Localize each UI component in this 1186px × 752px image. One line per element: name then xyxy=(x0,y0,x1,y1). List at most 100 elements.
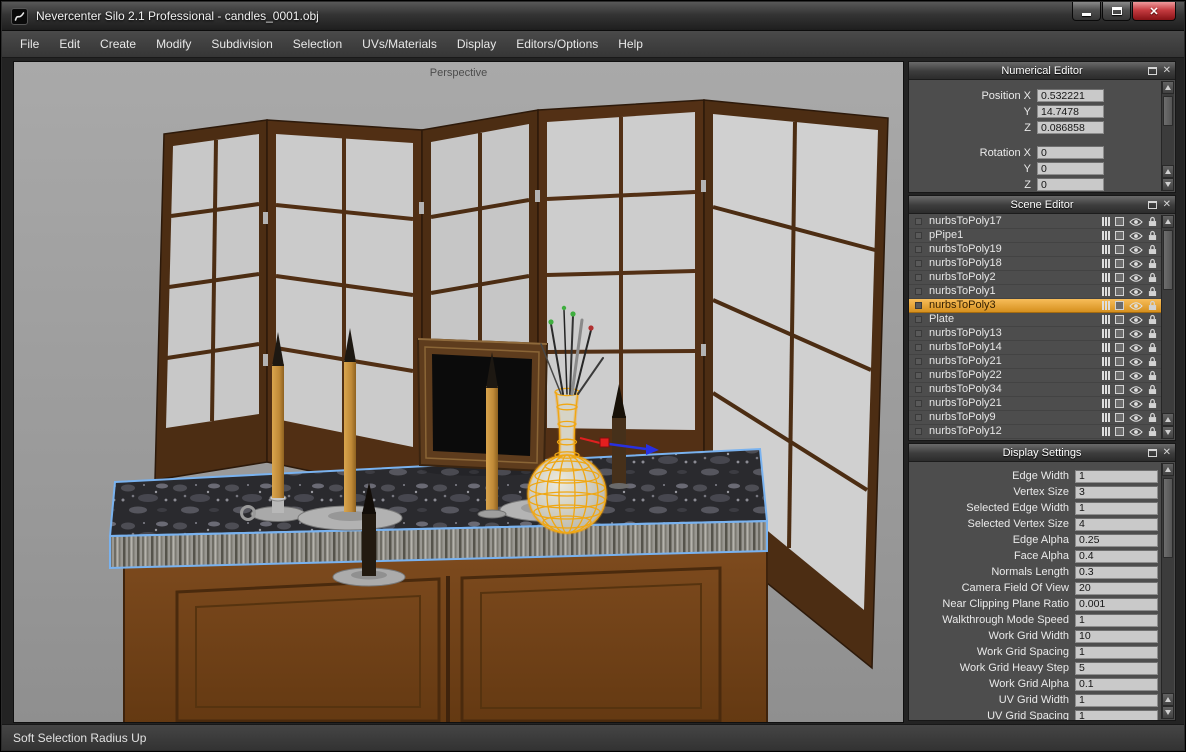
material-swatch-icon[interactable] xyxy=(1115,301,1124,310)
panel-close-icon[interactable]: ✕ xyxy=(1163,448,1171,458)
scroll-up-button-lower[interactable] xyxy=(1162,165,1174,178)
scroll-up-button-lower[interactable] xyxy=(1162,693,1174,706)
expand-box-icon[interactable] xyxy=(915,386,922,393)
visibility-eye-icon[interactable] xyxy=(1129,357,1143,367)
menu-item[interactable]: Edit xyxy=(49,31,90,57)
scroll-up-button[interactable] xyxy=(1162,463,1174,476)
scrollbar-track[interactable] xyxy=(1162,228,1174,413)
scene-scrollbar[interactable] xyxy=(1161,215,1174,439)
scene-object-row[interactable]: nurbsToPoly1 xyxy=(909,285,1161,299)
close-button[interactable]: ✕ xyxy=(1132,2,1176,21)
lock-icon[interactable] xyxy=(1148,272,1157,283)
scene-object-row[interactable]: nurbsToPoly22 xyxy=(909,369,1161,383)
expand-box-icon[interactable] xyxy=(915,428,922,435)
numeric-field-input[interactable] xyxy=(1037,162,1104,175)
scroll-up-button-lower[interactable] xyxy=(1162,413,1174,426)
subdivision-bars-icon[interactable] xyxy=(1102,413,1110,422)
display-setting-input[interactable] xyxy=(1075,694,1158,707)
display-setting-input[interactable] xyxy=(1075,662,1158,675)
material-swatch-icon[interactable] xyxy=(1115,371,1124,380)
menu-item[interactable]: Help xyxy=(608,31,653,57)
subdivision-bars-icon[interactable] xyxy=(1102,357,1110,366)
expand-box-icon[interactable] xyxy=(915,260,922,267)
expand-box-icon[interactable] xyxy=(915,246,922,253)
numeric-field-input[interactable] xyxy=(1037,178,1104,191)
numeric-field-input[interactable] xyxy=(1037,121,1104,134)
viewport-canvas[interactable] xyxy=(14,62,904,723)
lock-icon[interactable] xyxy=(1148,258,1157,269)
visibility-eye-icon[interactable] xyxy=(1129,343,1143,353)
material-swatch-icon[interactable] xyxy=(1115,217,1124,226)
lock-icon[interactable] xyxy=(1148,216,1157,227)
expand-box-icon[interactable] xyxy=(915,232,922,239)
panel-maximize-icon[interactable] xyxy=(1148,449,1157,457)
panel-maximize-icon[interactable] xyxy=(1148,201,1157,209)
visibility-eye-icon[interactable] xyxy=(1129,371,1143,381)
subdivision-bars-icon[interactable] xyxy=(1102,217,1110,226)
display-setting-input[interactable] xyxy=(1075,678,1158,691)
lock-icon[interactable] xyxy=(1148,384,1157,395)
scene-object-row[interactable]: nurbsToPoly19 xyxy=(909,243,1161,257)
visibility-eye-icon[interactable] xyxy=(1129,385,1143,395)
scene-object-row[interactable]: nurbsToPoly14 xyxy=(909,341,1161,355)
expand-box-icon[interactable] xyxy=(915,372,922,379)
numeric-field-input[interactable] xyxy=(1037,146,1104,159)
numeric-field-input[interactable] xyxy=(1037,89,1104,102)
expand-box-icon[interactable] xyxy=(915,302,922,309)
scroll-down-button[interactable] xyxy=(1162,178,1174,191)
menu-item[interactable]: Subdivision xyxy=(201,31,282,57)
subdivision-bars-icon[interactable] xyxy=(1102,329,1110,338)
material-swatch-icon[interactable] xyxy=(1115,287,1124,296)
expand-box-icon[interactable] xyxy=(915,316,922,323)
visibility-eye-icon[interactable] xyxy=(1129,231,1143,241)
scrollbar-track[interactable] xyxy=(1162,476,1174,693)
scene-object-row[interactable]: Plate xyxy=(909,313,1161,327)
visibility-eye-icon[interactable] xyxy=(1129,301,1143,311)
menu-item[interactable]: Selection xyxy=(283,31,352,57)
material-swatch-icon[interactable] xyxy=(1115,343,1124,352)
scene-object-row[interactable]: nurbsToPoly21 xyxy=(909,397,1161,411)
scene-object-row[interactable]: nurbsToPoly3 xyxy=(909,299,1161,313)
display-setting-input[interactable] xyxy=(1075,566,1158,579)
display-setting-input[interactable] xyxy=(1075,598,1158,611)
material-swatch-icon[interactable] xyxy=(1115,357,1124,366)
scene-object-row[interactable]: nurbsToPoly12 xyxy=(909,425,1161,439)
scroll-down-button[interactable] xyxy=(1162,706,1174,719)
lock-icon[interactable] xyxy=(1148,300,1157,311)
material-swatch-icon[interactable] xyxy=(1115,231,1124,240)
subdivision-bars-icon[interactable] xyxy=(1102,287,1110,296)
expand-box-icon[interactable] xyxy=(915,274,922,281)
lock-icon[interactable] xyxy=(1148,244,1157,255)
display-setting-input[interactable] xyxy=(1075,614,1158,627)
scene-object-row[interactable]: nurbsToPoly9 xyxy=(909,411,1161,425)
scrollbar-thumb[interactable] xyxy=(1163,478,1173,558)
subdivision-bars-icon[interactable] xyxy=(1102,301,1110,310)
subdivision-bars-icon[interactable] xyxy=(1102,399,1110,408)
panel-close-icon[interactable]: ✕ xyxy=(1163,66,1171,76)
scene-editor-header[interactable]: Scene Editor ✕ xyxy=(909,196,1175,214)
scene-object-row[interactable]: nurbsToPoly17 xyxy=(909,215,1161,229)
lock-icon[interactable] xyxy=(1148,328,1157,339)
visibility-eye-icon[interactable] xyxy=(1129,273,1143,283)
scroll-down-button[interactable] xyxy=(1162,426,1174,439)
display-setting-input[interactable] xyxy=(1075,630,1158,643)
scrollbar-track[interactable] xyxy=(1162,94,1174,165)
numerical-scrollbar[interactable] xyxy=(1161,81,1174,191)
material-swatch-icon[interactable] xyxy=(1115,245,1124,254)
lock-icon[interactable] xyxy=(1148,398,1157,409)
material-swatch-icon[interactable] xyxy=(1115,385,1124,394)
visibility-eye-icon[interactable] xyxy=(1129,245,1143,255)
expand-box-icon[interactable] xyxy=(915,344,922,351)
visibility-eye-icon[interactable] xyxy=(1129,315,1143,325)
maximize-button[interactable] xyxy=(1102,2,1131,21)
scene-object-row[interactable]: nurbsToPoly34 xyxy=(909,383,1161,397)
display-scrollbar[interactable] xyxy=(1161,463,1174,719)
subdivision-bars-icon[interactable] xyxy=(1102,273,1110,282)
expand-box-icon[interactable] xyxy=(915,330,922,337)
visibility-eye-icon[interactable] xyxy=(1129,329,1143,339)
expand-box-icon[interactable] xyxy=(915,414,922,421)
display-setting-input[interactable] xyxy=(1075,470,1158,483)
lock-icon[interactable] xyxy=(1148,342,1157,353)
cabinet[interactable] xyxy=(124,546,767,723)
display-setting-input[interactable] xyxy=(1075,518,1158,531)
